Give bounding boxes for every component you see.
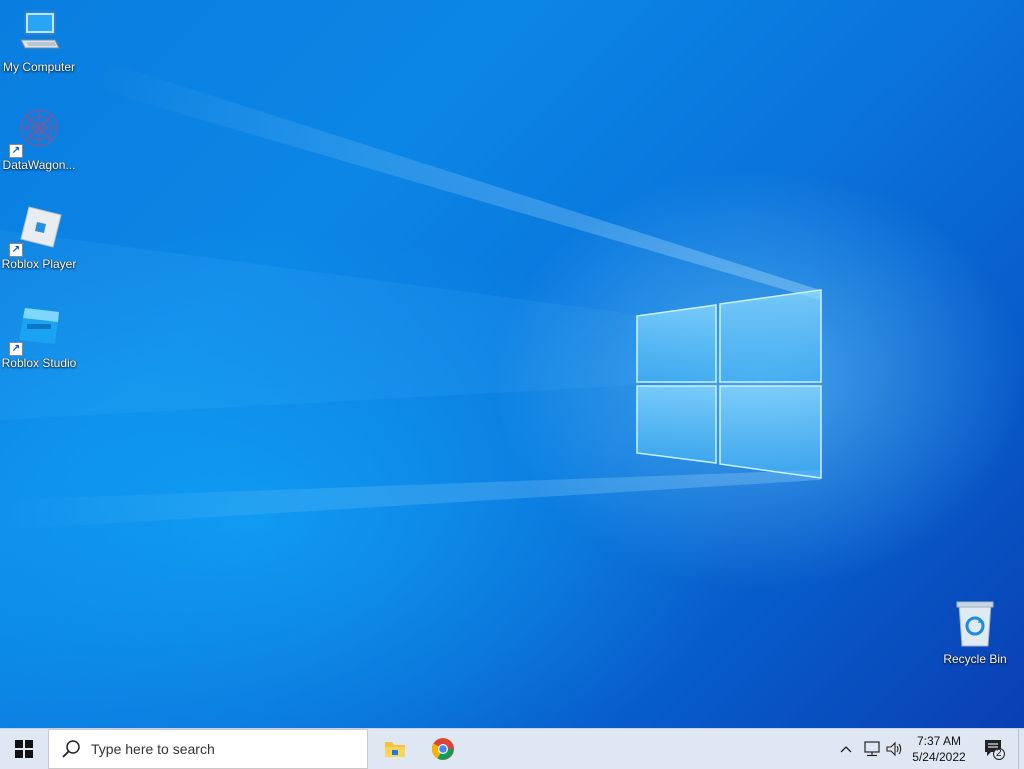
desktop-icon-label: Roblox Player (1, 257, 77, 271)
taskbar-chrome[interactable] (420, 729, 466, 769)
clock-time: 7:37 AM (916, 734, 962, 748)
clock-button[interactable]: 7:37 AM 5/24/2022 (908, 729, 970, 769)
show-desktop-button[interactable] (1018, 729, 1024, 769)
roblox-player-icon: ↗ (9, 205, 63, 257)
action-center-button[interactable]: 2 (976, 729, 1012, 769)
desktop-icon-roblox-studio[interactable]: ↗ Roblox Studio (0, 304, 78, 370)
desktop-icon-label: DataWagon... (2, 158, 76, 172)
chrome-icon (432, 738, 454, 760)
clock-date: 5/24/2022 (912, 750, 966, 764)
network-icon (864, 741, 880, 757)
shortcut-arrow-icon: ↗ (9, 144, 23, 158)
desktop-icon-datawagon[interactable]: ↗ DataWagon... (0, 106, 78, 172)
shortcut-arrow-icon: ↗ (9, 342, 23, 356)
wallpaper-light-beams (0, 60, 820, 530)
datawagon-icon: ↗ (9, 106, 63, 158)
show-hidden-icons-button[interactable] (836, 729, 856, 769)
file-explorer-icon (385, 742, 405, 757)
desktop-icon-roblox-player[interactable]: ↗ Roblox Player (0, 205, 78, 271)
windows-logo-wallpaper (636, 289, 822, 479)
desktop-icon-label: Roblox Studio (1, 356, 77, 370)
start-button[interactable] (0, 729, 48, 769)
shortcut-arrow-icon: ↗ (9, 243, 23, 257)
desktop-background[interactable]: My Computer ↗ DataWagon... ↗ Roblox Play… (0, 0, 1024, 728)
notification-count: 2 (996, 748, 1002, 759)
taskbar: Type here to search 7:37 AM 5/24/2022 2 (0, 728, 1024, 769)
search-icon (62, 740, 80, 758)
roblox-studio-icon: ↗ (9, 304, 63, 356)
search-box[interactable]: Type here to search (48, 729, 368, 769)
windows-start-icon (15, 740, 33, 758)
recycle-bin-icon (951, 600, 999, 648)
desktop-icon-my-computer[interactable]: My Computer (0, 8, 78, 74)
search-placeholder: Type here to search (91, 741, 215, 757)
desktop-icon-label: Recycle Bin (943, 652, 1007, 666)
desktop-icon-label: My Computer (2, 60, 76, 74)
volume-button[interactable] (884, 729, 906, 769)
speaker-icon (886, 741, 902, 757)
network-button[interactable] (860, 729, 884, 769)
chevron-up-icon (840, 746, 852, 753)
taskbar-file-explorer[interactable] (372, 729, 418, 769)
desktop-icon-recycle-bin[interactable]: Recycle Bin (936, 600, 1014, 666)
computer-icon (15, 8, 63, 56)
